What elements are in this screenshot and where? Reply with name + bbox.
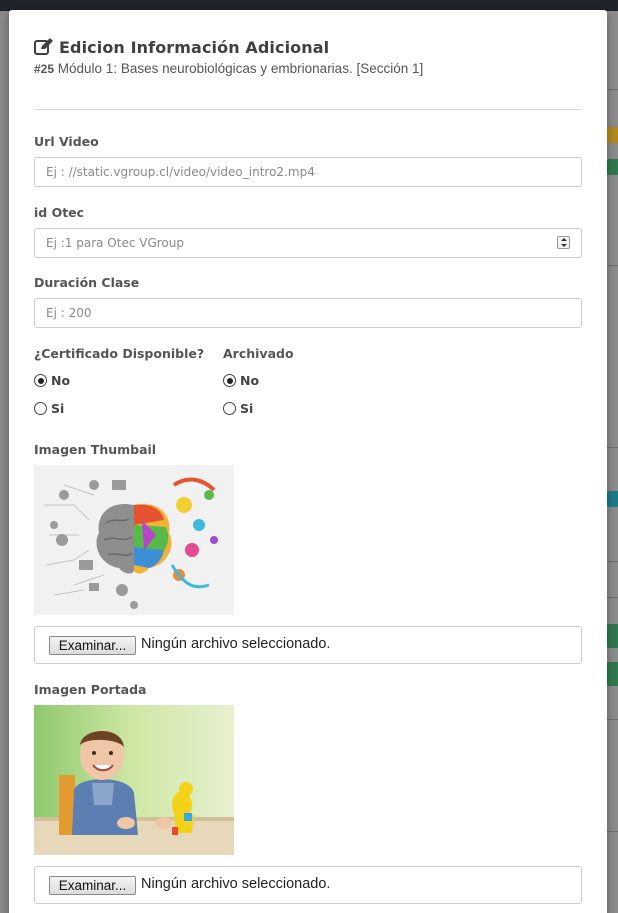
certificado-no-label: No — [51, 373, 71, 388]
radio-checked-icon[interactable] — [223, 374, 236, 387]
thumbail-browse-button[interactable]: Examinar... — [49, 636, 136, 655]
id-otec-input[interactable]: Ej :1 para Otec VGroup — [34, 228, 582, 258]
radio-unchecked-icon[interactable] — [34, 402, 47, 415]
archivado-no-radio[interactable]: No — [223, 373, 259, 388]
modal-subtitle: #25 Módulo 1: Bases neurobiológicas y em… — [34, 61, 582, 76]
radio-unchecked-icon[interactable] — [223, 402, 236, 415]
archivado-si-label: Si — [240, 401, 254, 416]
duracion-clase-placeholder: Ej : 200 — [46, 306, 92, 320]
duracion-clase-label: Duración Clase — [34, 275, 140, 290]
edit-icon — [34, 38, 54, 56]
imagen-portada-label: Imagen Portada — [34, 682, 147, 697]
certificado-label: ¿Certificado Disponible? — [34, 346, 205, 361]
id-otec-placeholder: Ej :1 para Otec VGroup — [46, 236, 184, 250]
certificado-si-label: Si — [51, 401, 65, 416]
imagen-thumbail-label: Imagen Thumbail — [34, 442, 157, 457]
portada-file-status: Ningún archivo seleccionado. — [141, 876, 331, 892]
thumbnail-image-brain — [34, 465, 234, 615]
modal-header: Edicion Información Adicional #25 Módulo… — [34, 36, 582, 76]
archivado-si-radio[interactable]: Si — [223, 401, 253, 416]
background-right-edge — [607, 11, 618, 913]
certificado-si-radio[interactable]: Si — [34, 401, 64, 416]
url-video-input[interactable]: Ej : //static.vgroup.cl/video/video_intr… — [34, 157, 582, 187]
modal-title: Edicion Información Adicional — [59, 37, 330, 57]
archivado-no-label: No — [240, 373, 260, 388]
header-divider — [34, 109, 582, 110]
thumbail-file-input[interactable]: Examinar... Ningún archivo seleccionado. — [34, 626, 582, 664]
number-spinner-icon[interactable] — [557, 236, 570, 249]
edit-additional-info-modal: Edicion Información Adicional #25 Módulo… — [9, 10, 607, 913]
portada-file-input[interactable]: Examinar... Ningún archivo seleccionado. — [34, 866, 582, 904]
certificado-no-radio[interactable]: No — [34, 373, 70, 388]
archivado-label: Archivado — [223, 346, 294, 361]
cover-image-child — [34, 705, 234, 855]
duracion-clase-input[interactable]: Ej : 200 — [34, 298, 582, 328]
section-title: Módulo 1: Bases neurobiológicas y embrio… — [54, 61, 424, 76]
url-video-placeholder: Ej : //static.vgroup.cl/video/video_intr… — [46, 165, 315, 179]
background-left-edge — [0, 11, 9, 913]
url-video-label: Url Video — [34, 134, 99, 149]
radio-checked-icon[interactable] — [34, 374, 47, 387]
thumbail-file-status: Ningún archivo seleccionado. — [141, 636, 331, 652]
portada-browse-button[interactable]: Examinar... — [49, 876, 136, 895]
id-otec-label: id Otec — [34, 205, 85, 220]
section-number: #25 — [34, 62, 55, 76]
